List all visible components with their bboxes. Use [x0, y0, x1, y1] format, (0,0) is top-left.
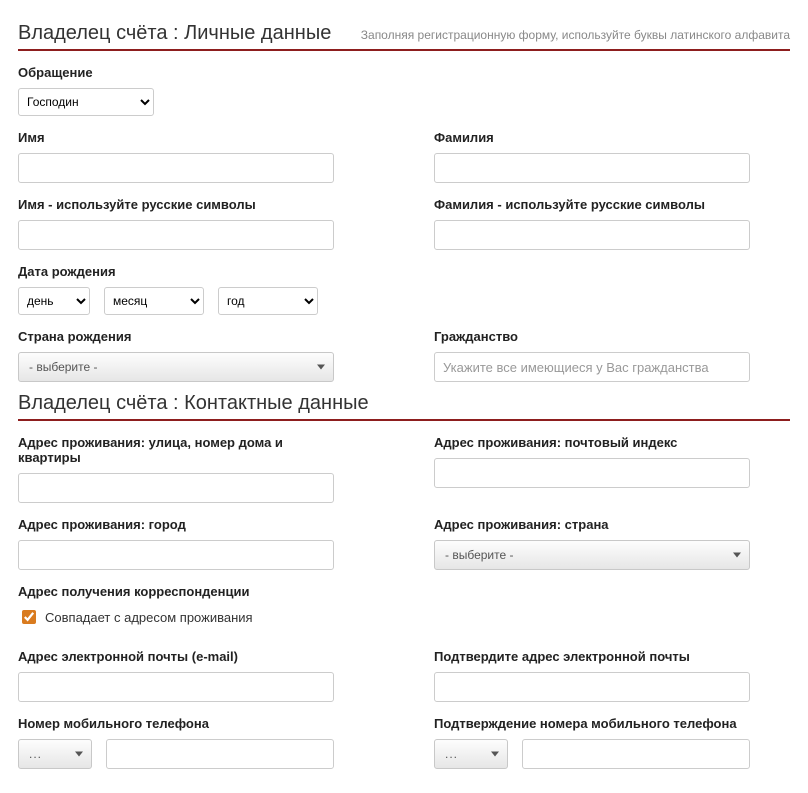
birth-country-label: Страна рождения: [18, 329, 334, 344]
mobile-field: Номер мобильного телефона ...: [18, 716, 334, 769]
first-name-input[interactable]: [18, 153, 334, 183]
mobile-label: Номер мобильного телефона: [18, 716, 334, 731]
last-name-ru-input[interactable]: [434, 220, 750, 250]
first-name-ru-field: Имя - используйте русские символы: [18, 197, 334, 250]
addr-street-input[interactable]: [18, 473, 334, 503]
last-name-label: Фамилия: [434, 130, 750, 145]
birth-country-field: Страна рождения - выберите -: [18, 329, 334, 382]
addr-city-field: Адрес проживания: город: [18, 517, 334, 570]
dob-month-select[interactable]: месяц: [104, 287, 204, 315]
addr-zip-input[interactable]: [434, 458, 750, 488]
addr-street-label: Адрес проживания: улица, номер дома и кв…: [18, 435, 334, 465]
last-name-ru-label: Фамилия - используйте русские символы: [434, 197, 750, 212]
addr-country-field: Адрес проживания: страна - выберите -: [434, 517, 750, 570]
corr-addr-field: Адрес получения корреспонденции Совпадае…: [18, 584, 790, 635]
corr-addr-same-checkbox[interactable]: [22, 610, 36, 624]
addr-country-value: - выберите -: [445, 548, 513, 562]
section-contact-header: Владелец счёта : Контактные данные: [18, 392, 790, 421]
email-field: Адрес электронной почты (e-mail): [18, 649, 334, 702]
salutation-label: Обращение: [18, 65, 790, 80]
dob-field: Дата рождения день месяц год: [18, 264, 790, 315]
addr-city-input[interactable]: [18, 540, 334, 570]
email-confirm-label: Подтвердите адрес электронной почты: [434, 649, 750, 664]
email-input[interactable]: [18, 672, 334, 702]
mobile-confirm-prefix-value: ...: [445, 747, 458, 761]
mobile-confirm-field: Подтверждение номера мобильного телефона…: [434, 716, 750, 769]
last-name-field: Фамилия: [434, 130, 750, 183]
addr-zip-field: Адрес проживания: почтовый индекс: [434, 435, 750, 503]
addr-street-field: Адрес проживания: улица, номер дома и кв…: [18, 435, 334, 503]
birth-country-select[interactable]: - выберите -: [18, 352, 334, 382]
first-name-label: Имя: [18, 130, 334, 145]
dob-day-select[interactable]: день: [18, 287, 90, 315]
mobile-confirm-input[interactable]: [522, 739, 750, 769]
chevron-down-icon: [491, 752, 499, 757]
chevron-down-icon: [75, 752, 83, 757]
section-contact-title: Владелец счёта : Контактные данные: [18, 392, 369, 415]
addr-country-select[interactable]: - выберите -: [434, 540, 750, 570]
citizenship-field: Гражданство: [434, 329, 750, 382]
email-confirm-field: Подтвердите адрес электронной почты: [434, 649, 750, 702]
section-personal-header: Владелец счёта : Личные данные Заполняя …: [18, 22, 790, 51]
first-name-field: Имя: [18, 130, 334, 183]
salutation-field: Обращение Господин: [18, 65, 790, 116]
mobile-confirm-label: Подтверждение номера мобильного телефона: [434, 716, 750, 731]
email-confirm-input[interactable]: [434, 672, 750, 702]
corr-addr-label: Адрес получения корреспонденции: [18, 584, 790, 599]
dob-year-select[interactable]: год: [218, 287, 318, 315]
last-name-input[interactable]: [434, 153, 750, 183]
citizenship-label: Гражданство: [434, 329, 750, 344]
mobile-prefix-value: ...: [29, 747, 42, 761]
corr-addr-same-text: Совпадает с адресом проживания: [45, 610, 253, 625]
salutation-select[interactable]: Господин: [18, 88, 154, 116]
last-name-ru-field: Фамилия - используйте русские символы: [434, 197, 750, 250]
first-name-ru-label: Имя - используйте русские символы: [18, 197, 334, 212]
email-label: Адрес электронной почты (e-mail): [18, 649, 334, 664]
addr-country-label: Адрес проживания: страна: [434, 517, 750, 532]
chevron-down-icon: [733, 553, 741, 558]
addr-zip-label: Адрес проживания: почтовый индекс: [434, 435, 750, 450]
first-name-ru-input[interactable]: [18, 220, 334, 250]
citizenship-input[interactable]: [434, 352, 750, 382]
chevron-down-icon: [317, 365, 325, 370]
mobile-confirm-prefix-select[interactable]: ...: [434, 739, 508, 769]
birth-country-value: - выберите -: [29, 360, 97, 374]
addr-city-label: Адрес проживания: город: [18, 517, 334, 532]
section-personal-title: Владелец счёта : Личные данные: [18, 22, 331, 45]
mobile-input[interactable]: [106, 739, 334, 769]
mobile-prefix-select[interactable]: ...: [18, 739, 92, 769]
dob-label: Дата рождения: [18, 264, 790, 279]
section-personal-hint: Заполняя регистрационную форму, использу…: [361, 28, 790, 42]
